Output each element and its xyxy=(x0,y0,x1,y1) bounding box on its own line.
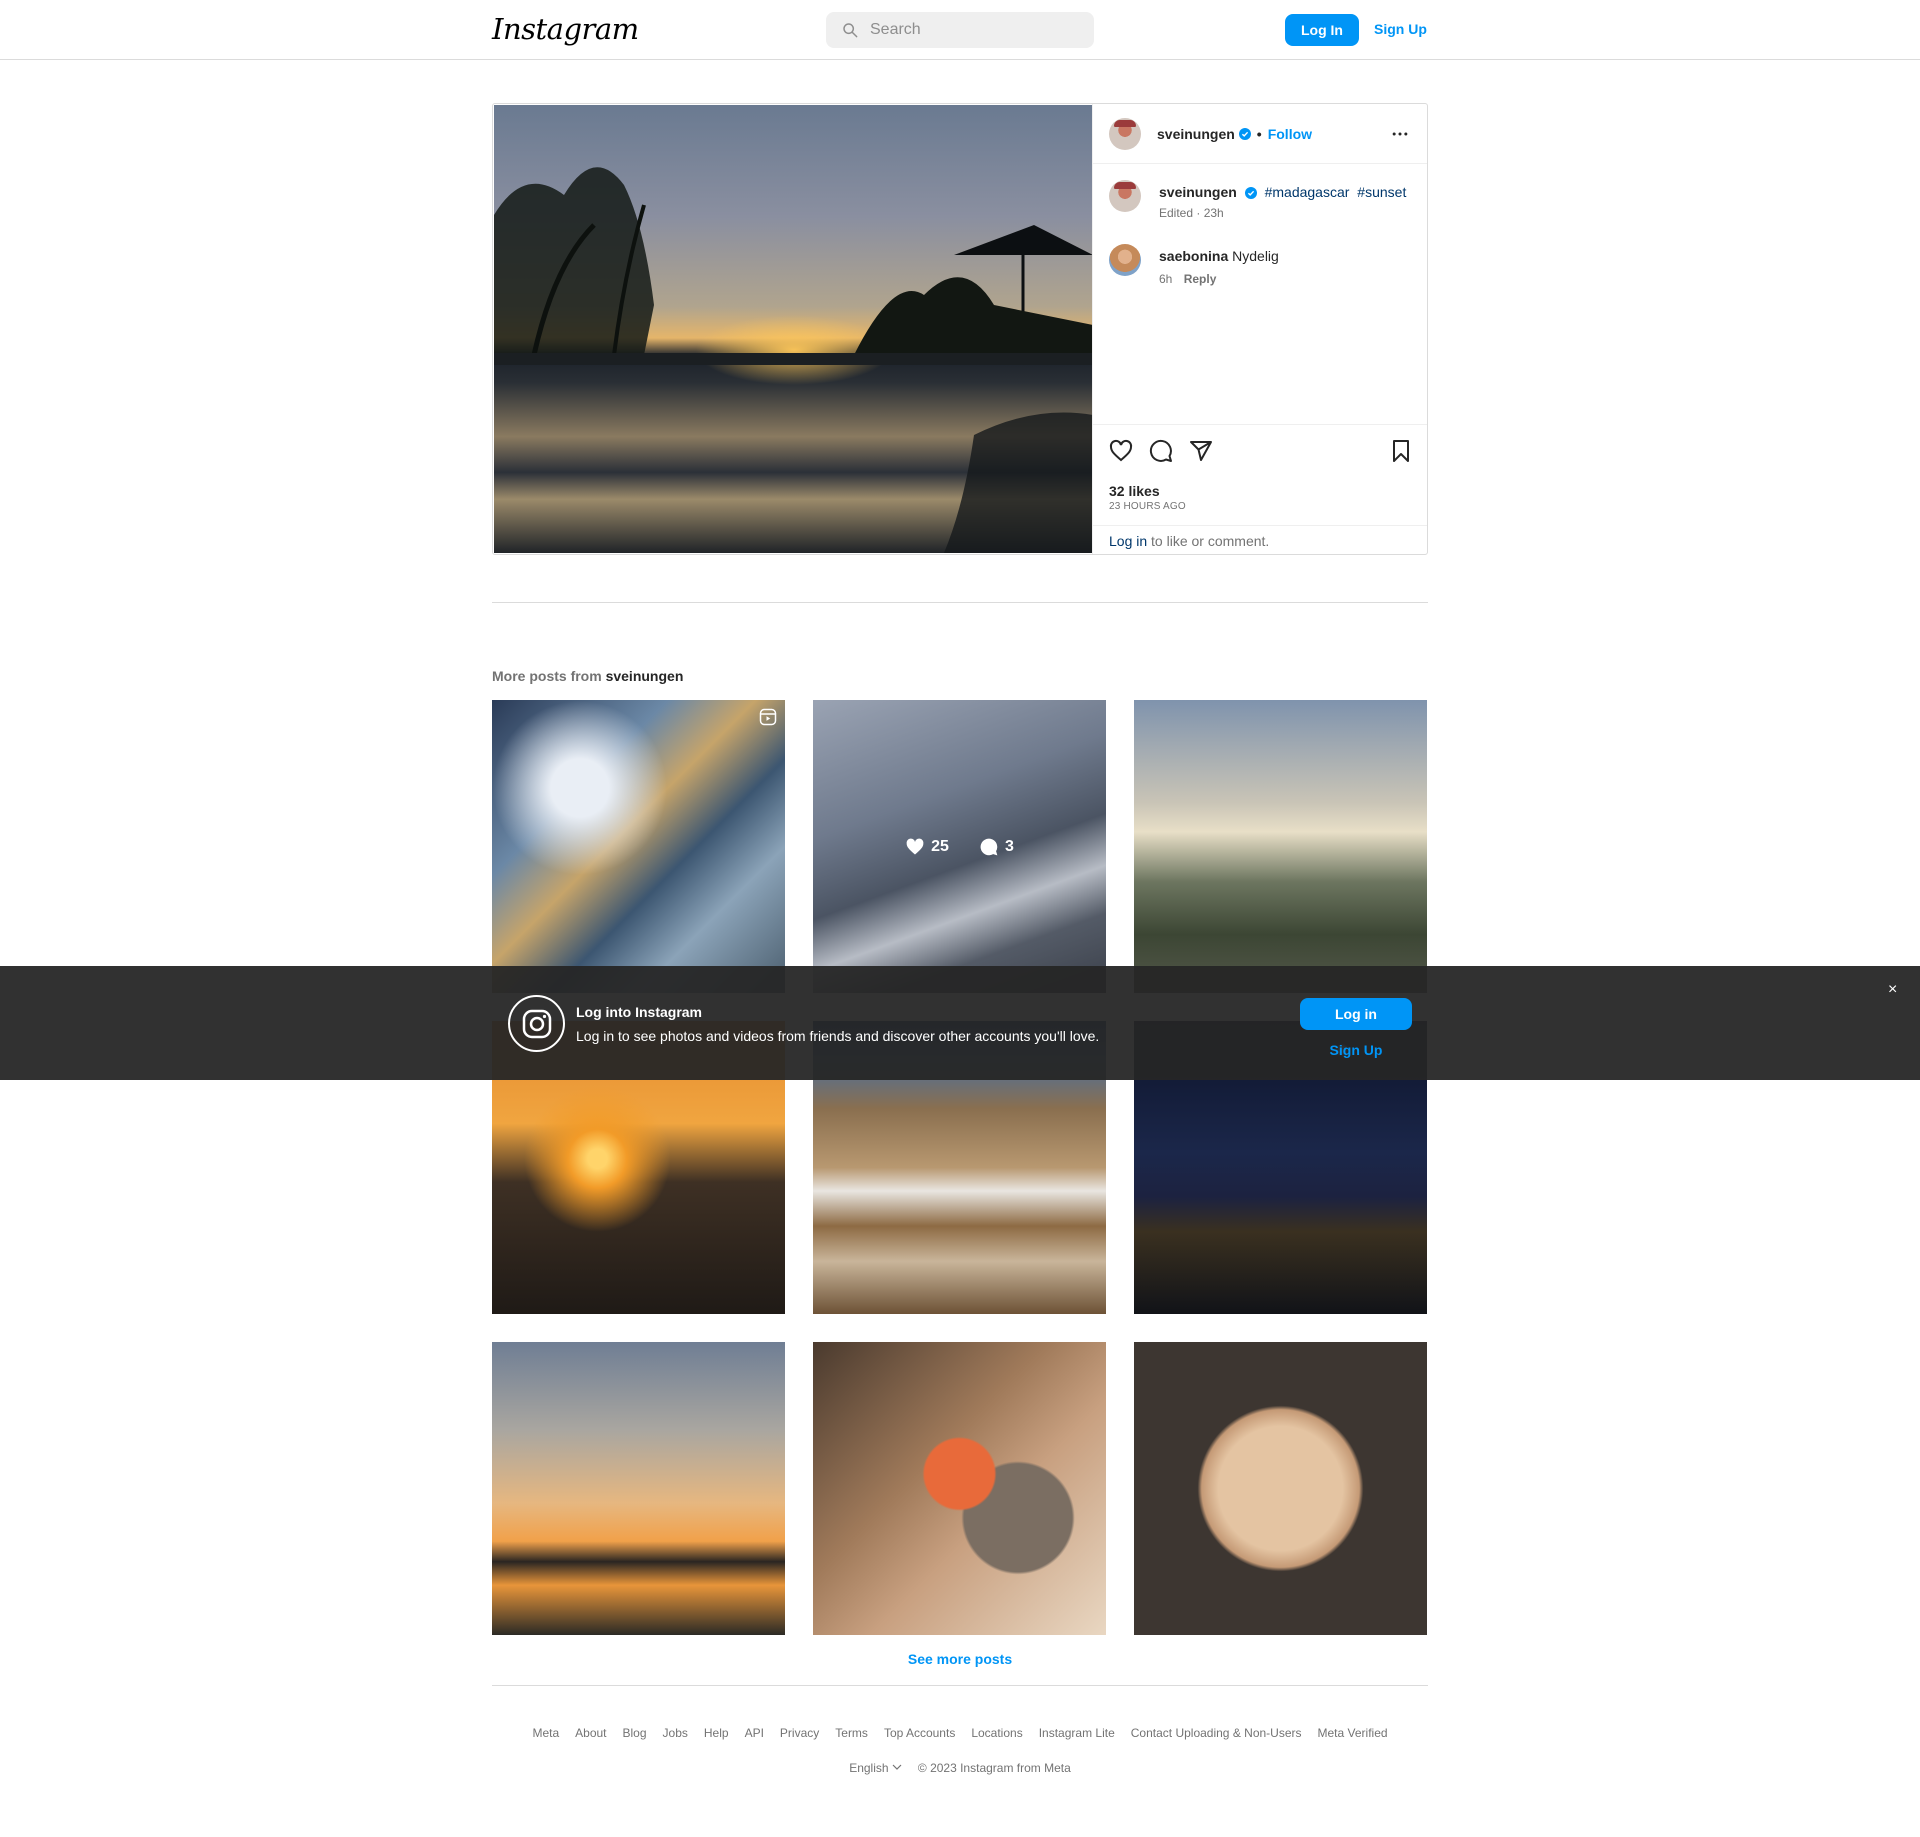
more-options-icon[interactable] xyxy=(1390,124,1410,144)
footer-links: Meta About Blog Jobs Help API Privacy Te… xyxy=(492,1726,1428,1740)
reel-icon xyxy=(759,708,777,726)
grid-post[interactable] xyxy=(1134,1342,1427,1635)
footer-divider xyxy=(492,1685,1428,1686)
share-icon[interactable] xyxy=(1189,439,1213,463)
chevron-down-icon xyxy=(892,1764,902,1770)
hashtag-link[interactable]: #sunset xyxy=(1357,184,1406,200)
reply-button[interactable]: Reply xyxy=(1184,272,1217,286)
grid-post[interactable] xyxy=(492,700,785,993)
grid-post[interactable]: 25 3 xyxy=(813,700,1106,993)
more-posts-heading: More posts from sveinungen xyxy=(492,668,683,684)
avatar[interactable] xyxy=(1109,118,1141,150)
follow-button[interactable]: Follow xyxy=(1268,126,1312,142)
post-sidebar: sveinungen • Follow sveinungen #madagasc… xyxy=(1092,104,1427,554)
footer-link[interactable]: Locations xyxy=(971,1726,1022,1740)
separator-dot: • xyxy=(1256,126,1262,142)
login-banner: Log into Instagram Log in to see photos … xyxy=(0,966,1920,1080)
post-image-art xyxy=(494,167,1093,553)
banner-login-button[interactable]: Log in xyxy=(1300,998,1412,1030)
more-posts-prefix: More posts from xyxy=(492,668,606,684)
post-author: sveinungen • Follow xyxy=(1157,126,1312,142)
login-to-comment: Log in to like or comment. xyxy=(1093,525,1427,554)
likes-count[interactable]: 32 likes xyxy=(1109,483,1160,499)
caption-meta: Edited · 23h xyxy=(1159,206,1224,220)
section-divider xyxy=(492,602,1428,603)
instagram-logo[interactable]: Instagram xyxy=(492,12,639,46)
hover-likes: 25 xyxy=(905,837,949,857)
footer-link[interactable]: Jobs xyxy=(663,1726,688,1740)
comment-text: Nydelig xyxy=(1232,248,1279,264)
comment-meta: 6h Reply xyxy=(1159,272,1216,286)
footer-link[interactable]: Contact Uploading & Non-Users xyxy=(1131,1726,1302,1740)
footer-link[interactable]: Top Accounts xyxy=(884,1726,955,1740)
post-time: 23 HOURS AGO xyxy=(1109,501,1186,512)
hover-comments: 3 xyxy=(979,837,1014,857)
footer-link[interactable]: Help xyxy=(704,1726,729,1740)
footer-link[interactable]: Privacy xyxy=(780,1726,819,1740)
login-button[interactable]: Log In xyxy=(1285,14,1359,46)
top-nav: Instagram Log In Sign Up xyxy=(0,0,1920,60)
footer-link[interactable]: API xyxy=(745,1726,764,1740)
footer-link[interactable]: About xyxy=(575,1726,606,1740)
search-icon xyxy=(843,23,858,38)
hover-stats: 25 3 xyxy=(813,700,1106,993)
caption: sveinungen #madagascar #sunset xyxy=(1159,184,1406,200)
banner-text: Log in to see photos and videos from fri… xyxy=(576,1028,1100,1044)
comment-time: 6h xyxy=(1159,272,1173,286)
instagram-logo-icon xyxy=(508,995,565,1052)
comment-icon[interactable] xyxy=(1149,439,1173,463)
comment-filled-icon xyxy=(980,838,998,855)
author-username[interactable]: sveinungen xyxy=(1157,126,1235,142)
login-suffix: to like or comment. xyxy=(1147,533,1270,549)
commenter-avatar[interactable] xyxy=(1109,244,1141,276)
grid-post[interactable] xyxy=(492,1342,785,1635)
comment-username[interactable]: saebonina xyxy=(1159,248,1228,264)
language-select[interactable]: English xyxy=(849,1761,902,1775)
more-posts-username[interactable]: sveinungen xyxy=(606,668,684,684)
language-label: English xyxy=(849,1761,889,1775)
hashtag-link[interactable]: #madagascar xyxy=(1265,184,1350,200)
post-header: sveinungen • Follow xyxy=(1093,104,1427,164)
footer-bottom: English © 2023 Instagram from Meta xyxy=(492,1761,1428,1775)
post-actions: 32 likes 23 HOURS AGO Log in to like or … xyxy=(1093,424,1427,554)
hover-comments-count: 3 xyxy=(1004,837,1014,855)
search-box[interactable] xyxy=(826,12,1094,48)
post-image[interactable] xyxy=(494,105,1093,553)
signup-link[interactable]: Sign Up xyxy=(1374,21,1427,37)
footer-link[interactable]: Terms xyxy=(835,1726,868,1740)
search-input[interactable] xyxy=(870,21,1070,39)
banner-signup-link[interactable]: Sign Up xyxy=(1300,1042,1412,1058)
heart-filled-icon xyxy=(906,838,924,854)
login-link[interactable]: Log in xyxy=(1109,533,1147,549)
grid-post[interactable] xyxy=(1134,700,1427,993)
footer-link[interactable]: Blog xyxy=(623,1726,647,1740)
see-more-posts-link[interactable]: See more posts xyxy=(492,1651,1428,1667)
post-card: sveinungen • Follow sveinungen #madagasc… xyxy=(492,103,1428,555)
banner-title: Log into Instagram xyxy=(576,1004,702,1020)
footer-link[interactable]: Instagram Lite xyxy=(1039,1726,1115,1740)
caption-username[interactable]: sveinungen xyxy=(1159,184,1237,200)
footer-link[interactable]: Meta xyxy=(532,1726,559,1740)
verified-badge-icon xyxy=(1244,187,1257,199)
verified-badge-icon xyxy=(1238,128,1251,140)
close-icon[interactable]: × xyxy=(1888,981,1897,999)
footer-link[interactable]: Meta Verified xyxy=(1318,1726,1388,1740)
heart-icon[interactable] xyxy=(1109,439,1133,463)
grid-post[interactable] xyxy=(813,1342,1106,1635)
hover-likes-count: 25 xyxy=(931,837,949,855)
caption-avatar[interactable] xyxy=(1109,180,1141,212)
comment: saebonina Nydelig xyxy=(1159,248,1279,264)
bookmark-icon[interactable] xyxy=(1389,439,1413,463)
copyright: © 2023 Instagram from Meta xyxy=(917,1761,1071,1775)
